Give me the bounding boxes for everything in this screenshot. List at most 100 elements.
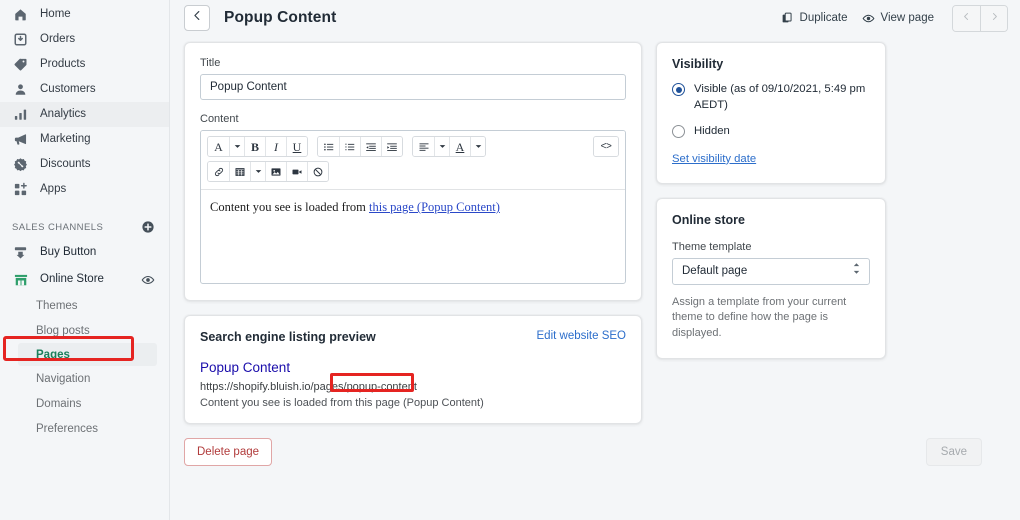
visibility-option-visible[interactable]: Visible (as of 09/10/2021, 5:49 pm AEDT) bbox=[672, 82, 870, 113]
text-color-caret[interactable] bbox=[470, 137, 485, 156]
sidebar-item-buy-button[interactable]: Buy Button bbox=[0, 239, 169, 266]
theme-template-label: Theme template bbox=[672, 240, 752, 253]
sidebar-item-apps[interactable]: Apps bbox=[0, 177, 169, 202]
sidebar-item-themes[interactable]: Themes bbox=[0, 293, 169, 318]
editor-toolbar-row-2 bbox=[207, 161, 619, 182]
eye-icon bbox=[862, 12, 875, 25]
sidebar-item-label: Analytics bbox=[40, 107, 87, 120]
bold-button[interactable]: B bbox=[244, 137, 265, 156]
sidebar-item-domains[interactable]: Domains bbox=[0, 391, 169, 416]
editor-toolbar: A B I U A <> bbox=[201, 131, 625, 189]
app-root: Home Orders Products Customers Analytics bbox=[0, 0, 1020, 520]
secondary-column: Visibility Visible (as of 09/10/2021, 5:… bbox=[656, 42, 886, 424]
outdent-icon bbox=[366, 142, 376, 151]
text-color-button[interactable]: A bbox=[449, 137, 470, 156]
numbered-list-icon bbox=[345, 143, 355, 150]
sidebar-item-pages[interactable]: Pages bbox=[18, 343, 157, 366]
plus-circle-icon[interactable] bbox=[141, 220, 155, 234]
sidebar-item-analytics[interactable]: Analytics bbox=[0, 102, 169, 127]
sidebar-item-customers[interactable]: Customers bbox=[0, 77, 169, 102]
sidebar-item-label: Home bbox=[40, 7, 71, 20]
sidebar-item-label: Orders bbox=[40, 32, 76, 45]
video-icon bbox=[292, 169, 302, 174]
save-button[interactable]: Save bbox=[925, 438, 982, 466]
underline-glyph: U bbox=[292, 139, 302, 154]
theme-template-value: Default page bbox=[682, 265, 748, 278]
prev-page-button[interactable] bbox=[953, 5, 980, 31]
sales-channels-section-header: SALES CHANNELS bbox=[0, 215, 169, 239]
sidebar-item-label: Apps bbox=[40, 182, 67, 195]
next-page-button[interactable] bbox=[980, 5, 1007, 31]
radio-hidden[interactable] bbox=[672, 125, 685, 139]
delete-page-button[interactable]: Delete page bbox=[184, 438, 273, 466]
sidebar-item-label: Preferences bbox=[36, 422, 99, 435]
text-color-a-glyph: A bbox=[455, 139, 465, 154]
insert-video-button[interactable] bbox=[286, 162, 307, 181]
outdent-button[interactable] bbox=[360, 137, 381, 156]
online-store-icon bbox=[12, 271, 29, 288]
editor-content-body[interactable]: Content you see is loaded from this page… bbox=[201, 189, 625, 283]
apps-grid-plus-icon bbox=[12, 181, 29, 198]
analytics-bars-icon bbox=[12, 106, 29, 123]
underline-button[interactable]: U bbox=[286, 137, 307, 156]
theme-template-select[interactable]: Default page bbox=[672, 257, 870, 285]
sidebar-item-marketing[interactable]: Marketing bbox=[0, 127, 169, 152]
sidebar-item-discounts[interactable]: Discounts bbox=[0, 152, 169, 177]
chevron-down-icon bbox=[234, 145, 240, 148]
online-store-card: Online store Theme template Default page… bbox=[656, 197, 886, 359]
sidebar-item-home[interactable]: Home bbox=[0, 2, 169, 27]
products-tag-icon bbox=[12, 56, 29, 73]
html-code-button[interactable]: <> bbox=[594, 137, 618, 156]
clear-formatting-icon bbox=[313, 167, 323, 176]
title-input[interactable] bbox=[200, 74, 626, 100]
insert-table-caret[interactable] bbox=[250, 162, 265, 181]
rich-text-editor: A B I U A <> Content you see is loaded f… bbox=[200, 130, 626, 284]
discounts-percent-icon bbox=[12, 156, 29, 173]
content-columns: Title Content A B bbox=[170, 36, 1020, 424]
sidebar-item-label: Navigation bbox=[36, 372, 91, 385]
clear-formatting-button[interactable] bbox=[307, 162, 328, 181]
sidebar-item-preferences[interactable]: Preferences bbox=[0, 416, 169, 441]
bulleted-list-button[interactable] bbox=[318, 137, 339, 156]
align-button[interactable] bbox=[413, 137, 434, 156]
footer-actions: Delete page Save bbox=[170, 424, 1020, 466]
insert-table-button[interactable] bbox=[229, 162, 250, 181]
indent-button[interactable] bbox=[381, 137, 402, 156]
editor-body-link[interactable]: this page (Popup Content) bbox=[369, 200, 500, 214]
align-caret[interactable] bbox=[434, 137, 449, 156]
duplicate-button[interactable]: Duplicate bbox=[781, 12, 848, 25]
back-button[interactable] bbox=[184, 5, 210, 31]
italic-button[interactable]: I bbox=[265, 137, 286, 156]
sidebar-item-navigation[interactable]: Navigation bbox=[0, 366, 169, 391]
radio-visible[interactable] bbox=[672, 83, 685, 96]
seo-result-title: Popup Content bbox=[200, 360, 291, 375]
bold-glyph: B bbox=[250, 139, 259, 154]
sidebar-item-blog-posts[interactable]: Blog posts bbox=[0, 318, 169, 343]
table-icon bbox=[235, 167, 245, 176]
font-a-glyph: A bbox=[214, 139, 223, 154]
page-header: Popup Content Duplicate View page bbox=[170, 0, 1020, 36]
primary-column: Title Content A B bbox=[184, 42, 642, 424]
insert-link-button[interactable] bbox=[208, 162, 229, 181]
insert-image-button[interactable] bbox=[265, 162, 286, 181]
section-title: SALES CHANNELS bbox=[12, 221, 104, 233]
sidebar-item-products[interactable]: Products bbox=[0, 52, 169, 77]
sidebar-item-orders[interactable]: Orders bbox=[0, 27, 169, 52]
text-format-group: A B I U bbox=[207, 136, 308, 157]
seo-card-title: Search engine listing preview bbox=[200, 330, 376, 344]
eye-icon[interactable] bbox=[141, 273, 155, 287]
view-page-button[interactable]: View page bbox=[862, 12, 934, 25]
sidebar-item-online-store[interactable]: Online Store bbox=[0, 266, 169, 293]
font-style-button[interactable]: A bbox=[208, 137, 229, 156]
set-visibility-date-link[interactable]: Set visibility date bbox=[672, 153, 756, 165]
bulleted-list-icon bbox=[323, 143, 333, 150]
indent-icon bbox=[387, 142, 397, 151]
numbered-list-button[interactable] bbox=[339, 137, 360, 156]
edit-website-seo-link[interactable]: Edit website SEO bbox=[537, 330, 626, 342]
font-style-caret[interactable] bbox=[229, 137, 244, 156]
seo-url-handle: popup-content bbox=[346, 381, 417, 393]
visibility-option-hidden[interactable]: Hidden bbox=[672, 124, 870, 140]
visibility-visible-label: Visible (as of 09/10/2021, 5:49 pm AEDT) bbox=[694, 83, 866, 111]
sidebar-item-label: Products bbox=[40, 57, 86, 70]
buy-button-icon bbox=[12, 244, 29, 261]
